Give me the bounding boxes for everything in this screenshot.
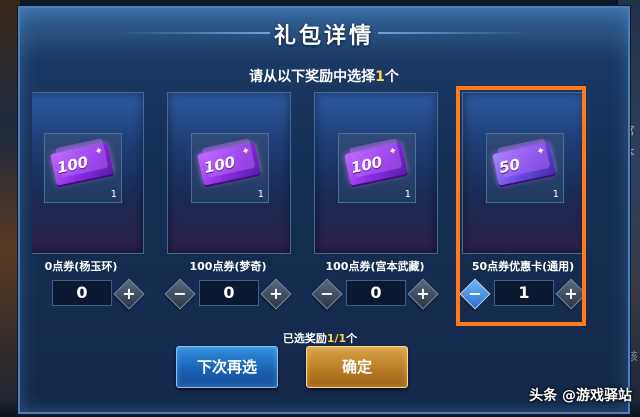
dialog-title: 礼包详情 <box>273 24 374 49</box>
voucher-ticket-icon: 100 ✦ <box>197 142 261 186</box>
ticket-value: 100 <box>349 152 384 178</box>
reward-card-panel[interactable]: 100 ✦ 1 <box>167 92 291 254</box>
quantity-stepper: − 0 + <box>164 278 292 310</box>
plus-icon: + <box>122 284 136 303</box>
increase-button[interactable]: + <box>113 278 145 310</box>
reward-icon-frame: 100 ✦ 1 <box>44 133 122 203</box>
quantity-stepper: − 0 + <box>311 278 439 310</box>
item-count-badge: 1 <box>257 189 264 200</box>
choose-later-button[interactable]: 下次再选 <box>176 346 278 388</box>
status-suffix: 个 <box>346 332 358 345</box>
subtitle-count: 1 <box>375 69 385 85</box>
selection-status: 已选奖励1/1个 <box>0 330 640 346</box>
ticket-value: 100 <box>202 152 237 178</box>
ticket-value: 100 <box>55 152 90 178</box>
decrease-button[interactable]: − <box>311 278 343 310</box>
reward-icon-frame: 100 ✦ 1 <box>191 133 269 203</box>
item-count-badge: 1 <box>110 189 117 200</box>
reward-card[interactable]: 100 ✦ 1 100点券(宫本武藏) − 0 + <box>311 92 439 310</box>
increase-button[interactable]: + <box>260 278 292 310</box>
minus-icon: − <box>173 284 187 303</box>
plus-icon: + <box>416 284 430 303</box>
sparkle-icon: ✦ <box>387 145 399 158</box>
background-game-scene-left <box>0 0 20 417</box>
selection-highlight-frame <box>456 86 586 326</box>
reward-card-panel[interactable]: 100 ✦ 1 <box>32 92 144 254</box>
quantity-value: 0 <box>52 280 112 306</box>
increase-button[interactable]: + <box>407 278 439 310</box>
reward-card[interactable]: 100 ✦ 1 0点券(杨玉环) 0 + <box>32 92 145 310</box>
voucher-ticket-icon: 100 ✦ <box>50 142 114 186</box>
sparkle-icon: ✦ <box>240 145 252 158</box>
minus-icon: − <box>320 284 334 303</box>
source-watermark: 头条 @游戏驿站 <box>529 388 632 404</box>
sparkle-icon: ✦ <box>93 145 105 158</box>
confirm-button[interactable]: 确定 <box>306 346 408 388</box>
reward-card[interactable]: 100 ✦ 1 100点券(梦奇) − 0 + <box>164 92 292 310</box>
reward-label: 100点券(宫本武藏) <box>325 260 425 273</box>
reward-card-panel[interactable]: 100 ✦ 1 <box>314 92 438 254</box>
voucher-ticket-icon: 100 ✦ <box>344 142 408 186</box>
quantity-value: 0 <box>199 280 259 306</box>
plus-icon: + <box>269 284 283 303</box>
quantity-value: 0 <box>346 280 406 306</box>
subtitle-prefix: 请从以下奖励中选择 <box>249 69 376 85</box>
dialog-subtitle: 请从以下奖励中选择1个 <box>20 66 628 86</box>
reward-label: 0点券(杨玉环) <box>44 260 118 273</box>
quantity-stepper: 0 + <box>32 278 145 310</box>
decrease-button[interactable]: − <box>164 278 196 310</box>
status-prefix: 已选奖励 <box>282 332 327 345</box>
reward-label: 100点券(梦奇) <box>189 260 267 273</box>
reward-icon-frame: 100 ✦ 1 <box>338 133 416 203</box>
item-count-badge: 1 <box>404 189 411 200</box>
status-value: 1/1 <box>326 332 347 345</box>
subtitle-suffix: 个 <box>384 69 399 85</box>
